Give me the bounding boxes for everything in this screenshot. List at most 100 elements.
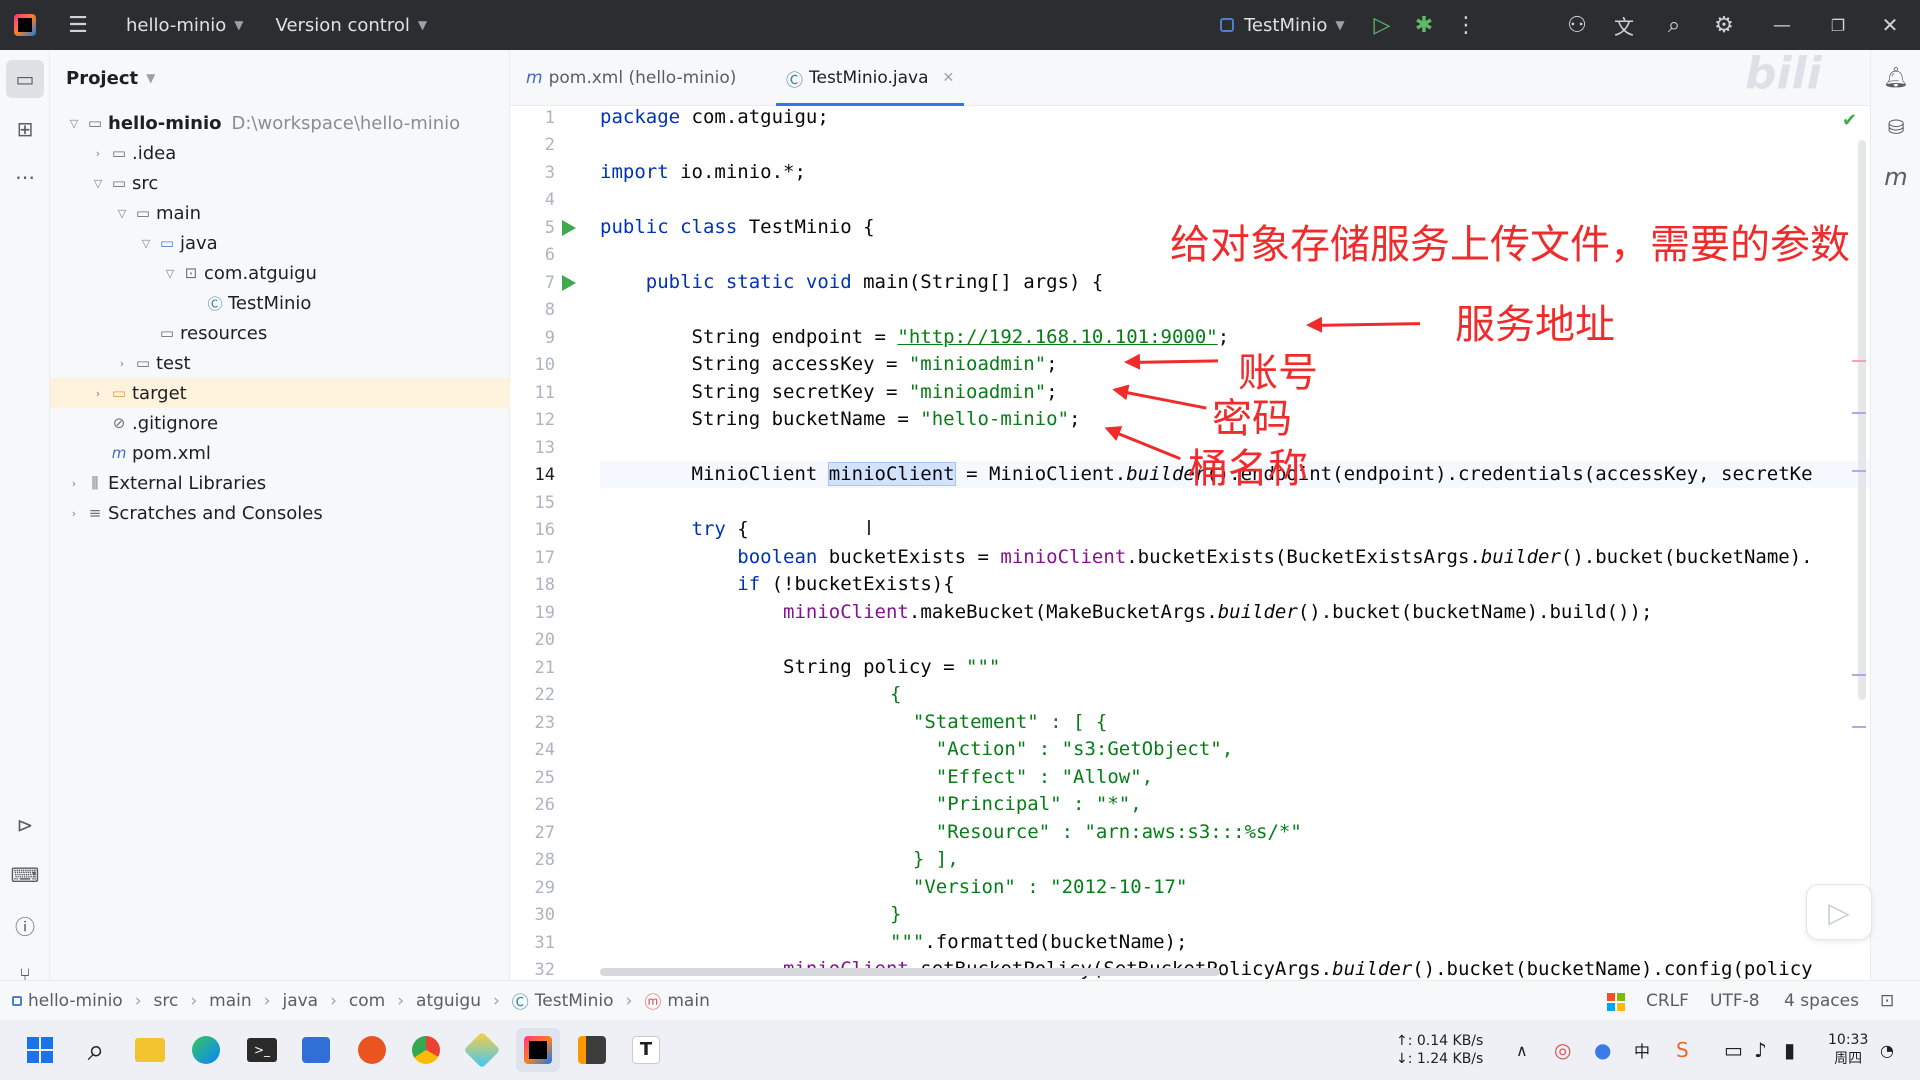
tab-close-icon[interactable]: ✕ [943,70,955,86]
tree-item-src[interactable]: ▽ ▭ src [50,168,510,198]
line-number: 1 [544,108,555,128]
structure-icon[interactable]: ⊞ [6,110,44,148]
translate-icon[interactable]: 文 [1602,0,1646,50]
store-icon[interactable] [294,1028,338,1072]
terminal-icon[interactable]: ⌨ [6,856,44,894]
sogou-icon[interactable]: S [1676,1020,1689,1080]
problems-icon[interactable]: ⓘ [6,906,44,944]
tree-item-testminio[interactable]: Ⓒ TestMinio [50,288,510,318]
services-icon[interactable]: ⊳ [6,806,44,844]
tree-item-java[interactable]: ▽ ▭ java [50,228,510,258]
tree-item-package[interactable]: ▽ ⊡ com.atguigu [50,258,510,288]
video-play-button[interactable]: ▷ [1806,884,1872,940]
tree-item-main[interactable]: ▽ ▭ main [50,198,510,228]
breadcrumb-item[interactable]: TestMinio [535,991,614,1011]
close-icon[interactable]: ✕ [1868,0,1912,50]
clock[interactable]: 10:33 周四 [1828,1020,1868,1080]
tree-item-idea[interactable]: › ▭ .idea [50,138,510,168]
breadcrumb-item[interactable]: java [282,991,318,1011]
tree-item-pom[interactable]: m pom.xml [50,438,510,468]
run-main-icon[interactable] [562,275,576,291]
module-icon [12,995,22,1006]
maven-icon[interactable]: m [1877,158,1915,196]
line-number: 31 [534,933,555,953]
notifications-bell-icon[interactable]: 🔔︎ [1877,58,1915,96]
debug-icon[interactable]: ✱ [1402,0,1446,50]
breadcrumb-item[interactable]: main [667,991,709,1011]
tree-root[interactable]: ▽ ▭ hello-minio D:\workspace\hello-minio [50,108,510,138]
intellij-logo-icon[interactable] [0,0,50,50]
file-encoding[interactable]: UTF-8 [1710,991,1760,1011]
tree-item-scratches[interactable]: › ≡ Scratches and Consoles [50,498,510,528]
run-icon[interactable]: ▷ [1360,0,1404,50]
chevron-down-icon: ▼ [1335,18,1345,32]
intellij-taskbar-icon[interactable] [516,1028,560,1072]
project-panel-header[interactable]: Project ▼ [50,50,509,106]
run-config-selector[interactable]: TestMinio ▼ [1220,0,1345,50]
battery-icon[interactable]: ▮ [1784,1020,1795,1080]
inspection-ok-icon: ✔ [1842,110,1858,131]
chrome-icon[interactable] [404,1028,448,1072]
tree-item-label: com.atguigu [204,262,317,284]
tab-pom-xml[interactable]: m pom.xml (hello-minio) [526,50,736,106]
tree-item-resources[interactable]: ▭ resources [50,318,510,348]
database-icon[interactable]: ⛁ [1877,108,1915,146]
code-line: String endpoint = "http://192.168.10.101… [600,326,1230,348]
tree-item-target[interactable]: › ▭ target [50,378,510,408]
horizontal-scrollbar[interactable] [600,968,1220,976]
vcs-menu[interactable]: Version control ▼ [276,0,428,50]
file-explorer-icon[interactable] [128,1028,172,1072]
ubuntu-icon[interactable] [350,1028,394,1072]
breadcrumb-item[interactable]: atguigu [416,991,481,1011]
search-icon[interactable]: ⌕ [1652,0,1696,50]
breadcrumb-item[interactable]: com [349,991,385,1011]
settings-gear-icon[interactable]: ⚙ [1702,0,1746,50]
error-stripe-mark[interactable] [1852,360,1866,362]
more-actions-icon[interactable]: ⋮ [1444,0,1488,50]
tree-item-test[interactable]: › ▭ test [50,348,510,378]
tab-testminio-java[interactable]: Ⓒ TestMinio.java ✕ [776,50,965,106]
error-stripe-mark[interactable] [1852,412,1866,414]
project-switcher[interactable]: hello-minio ▼ [126,0,244,50]
microphone-icon[interactable]: ● [1594,1020,1611,1080]
lock-icon[interactable]: ⊡ [1880,991,1894,1011]
line-number: 20 [534,630,555,650]
ignore-file-icon: ⊘ [112,414,126,432]
edge-browser-icon[interactable] [184,1028,228,1072]
tree-item-external-libraries[interactable]: › ⫼ External Libraries [50,468,510,498]
start-button-icon[interactable] [18,1028,62,1072]
breadcrumb-item[interactable]: main [209,991,251,1011]
run-class-icon[interactable] [562,220,576,236]
line-separator[interactable]: CRLF [1646,991,1689,1011]
java-class-icon: Ⓒ [207,294,223,313]
terminal-app-icon[interactable]: >_ [240,1028,284,1072]
app-icon[interactable] [460,1028,504,1072]
minimize-icon[interactable]: — [1760,0,1804,50]
indent-setting[interactable]: 4 spaces [1784,991,1859,1011]
chevron-right-icon: › [95,386,101,400]
tree-item-label: target [132,382,187,404]
notification-bell-icon[interactable]: ◔ [1880,1020,1894,1080]
error-stripe-mark[interactable] [1852,470,1866,472]
error-stripe-mark[interactable] [1852,674,1866,676]
search-icon[interactable]: ⌕ [74,1028,118,1072]
error-stripe-mark[interactable] [1852,726,1866,728]
volume-icon[interactable]: ♪ [1754,1020,1767,1080]
tree-item-gitignore[interactable]: ⊘ .gitignore [50,408,510,438]
code-line: "Principal" : "*", [890,793,1142,815]
more-tools-icon[interactable]: ⋯ [6,158,44,196]
project-folder-icon[interactable]: ▭ [6,60,44,98]
network-icon[interactable]: ▭ [1724,1020,1743,1080]
tray-app-icon[interactable]: ◎ [1554,1020,1571,1080]
input-method-icon[interactable]: 中 [1634,1020,1650,1080]
restore-icon[interactable]: ❐ [1816,0,1860,50]
add-user-icon[interactable]: ⚇ [1555,0,1599,50]
windows-logo-icon [1607,993,1625,1011]
breadcrumb-item[interactable]: hello-minio [28,991,123,1011]
sublime-text-icon[interactable] [570,1028,614,1072]
breadcrumb-item[interactable]: src [154,991,179,1011]
scrollbar-track[interactable] [1858,140,1866,700]
show-hidden-icons-chevron-icon[interactable]: ∧ [1516,1020,1528,1080]
typora-icon[interactable]: T [624,1028,668,1072]
main-menu-icon[interactable]: ☰ [56,0,100,50]
